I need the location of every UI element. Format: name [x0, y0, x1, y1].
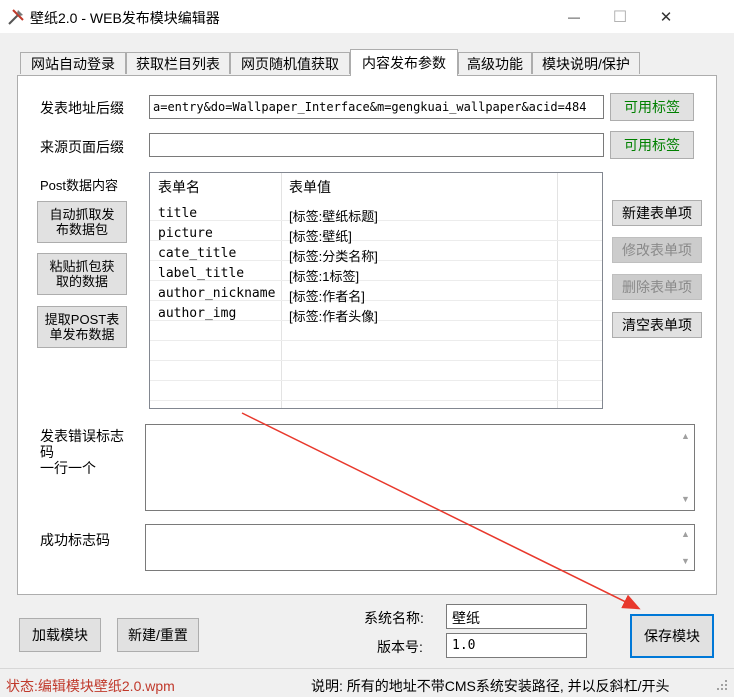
note-text: 说明: 所有的地址不带CMS系统安装路径, 并以反斜杠/开头: [311, 678, 670, 694]
status-text: 状态:编辑模块壁纸2.0.wpm: [6, 678, 175, 694]
tab-content-params[interactable]: 内容发布参数: [350, 49, 458, 76]
annotation-arrow: [241, 412, 641, 610]
resize-grip-icon[interactable]: [715, 678, 729, 692]
